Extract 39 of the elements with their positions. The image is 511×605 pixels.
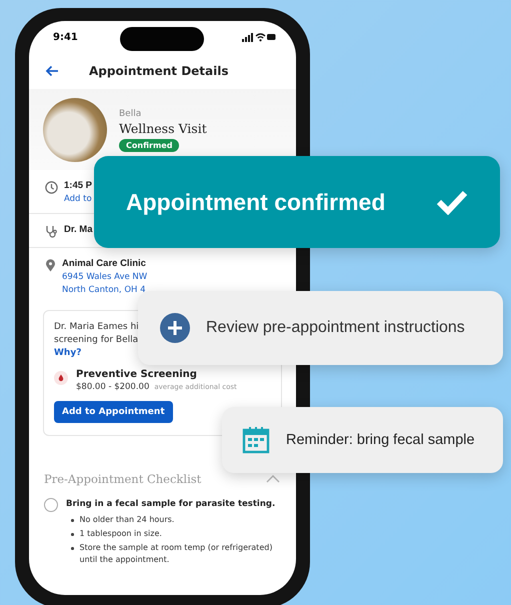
recommendation-text: Dr. Maria Eames hi: [54, 321, 139, 334]
callout-text: Review pre-appointment instructions: [206, 319, 465, 337]
blood-drop-icon: [54, 371, 68, 385]
checklist-title: Pre-Appointment Checklist: [44, 472, 202, 486]
bullet-icon: [71, 533, 74, 536]
back-arrow-icon[interactable]: [45, 65, 59, 77]
status-time: 9:41: [53, 32, 78, 42]
visit-title: Wellness Visit: [119, 120, 207, 136]
status-badge: Confirmed: [119, 138, 180, 152]
address-line[interactable]: North Canton, OH 4: [62, 285, 146, 295]
add-to-appointment-button[interactable]: Add to Appointment: [54, 401, 173, 423]
detail-text: 1:45 P: [64, 180, 92, 191]
bullet-icon: [71, 547, 74, 550]
checkbox[interactable]: [44, 498, 58, 512]
location-pin-icon: [45, 259, 56, 272]
stethoscope-icon: [45, 225, 58, 238]
note-text: No older than 24 hours.: [80, 514, 174, 526]
pet-name: Bella: [119, 108, 142, 118]
service-name: Preventive Screening: [76, 369, 198, 380]
screen-title: Appointment Details: [89, 64, 229, 78]
why-link[interactable]: Why?: [54, 347, 82, 360]
checklist-item-text: Bring in a fecal sample for parasite testing.: [66, 499, 276, 509]
bullet-icon: [71, 519, 74, 522]
price-range: $80.00 - $200.00: [76, 382, 150, 392]
note-text: 1 tablespoon in size.: [80, 528, 162, 540]
address-line[interactable]: 6945 Wales Ave NW: [62, 272, 148, 282]
chevron-icon[interactable]: [266, 475, 280, 483]
calendar-icon: [242, 426, 270, 454]
plus-icon: [160, 313, 190, 343]
calendar-link[interactable]: Add to: [64, 194, 92, 204]
recommendation-text: screening for Bella: [54, 334, 138, 347]
detail-text: Animal Care Clinic: [62, 258, 146, 269]
detail-text: Dr. Ma: [64, 224, 93, 235]
callout-text: Appointment confirmed: [126, 188, 386, 216]
callout-text: Reminder: bring fecal sample: [286, 432, 475, 448]
status-icons: [242, 32, 276, 42]
clock-icon: [45, 181, 58, 194]
note-text: Store the sample at room temp (or refrigerated) until the appointment.: [80, 542, 274, 566]
checkmark-icon: [436, 189, 468, 215]
